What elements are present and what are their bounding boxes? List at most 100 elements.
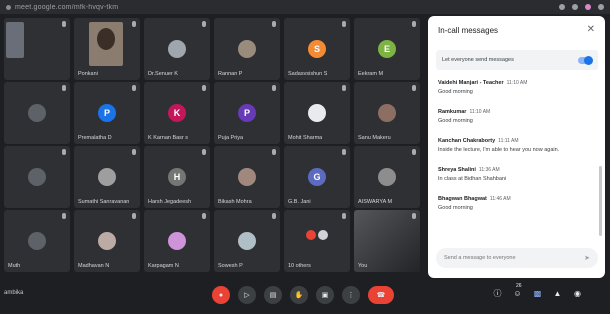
- people-button[interactable]: ☺: [512, 288, 523, 299]
- more-options-button[interactable]: ⋮: [342, 286, 360, 304]
- participant-tile[interactable]: [4, 82, 70, 144]
- mic-button[interactable]: ●: [212, 286, 230, 304]
- participant-tile[interactable]: [4, 146, 70, 208]
- message-time: 11:11 AM: [498, 138, 519, 144]
- profile-avatar[interactable]: [585, 4, 591, 10]
- send-messages-setting: Let everyone send messages: [436, 50, 598, 70]
- chat-button[interactable]: ▩: [532, 288, 543, 299]
- participant-video: [89, 22, 123, 66]
- participant-tile[interactable]: Dr.Senuer K: [144, 18, 210, 80]
- chat-icon: ▩: [533, 289, 542, 298]
- participant-tile[interactable]: Sumathi Sanravanan: [74, 146, 140, 208]
- participant-tile[interactable]: [4, 18, 70, 80]
- mic-off-icon: [132, 85, 136, 91]
- present-button[interactable]: ▣: [316, 286, 334, 304]
- avatar: [238, 168, 256, 186]
- mic-off-icon: [202, 85, 206, 91]
- participant-name: K Karnan Basr s: [148, 135, 189, 141]
- message-list: Vaidehi Manjari - Teacher 11:10 AM Good mo…: [438, 80, 596, 225]
- chat-panel: In-call messages ✕ Let everyone send mes…: [428, 16, 605, 278]
- raise-hand-button[interactable]: ✋: [290, 286, 308, 304]
- side-controls: ⓘ ☺ ▩ ▲ ◉: [492, 288, 583, 299]
- end-call-button[interactable]: ☎: [368, 286, 394, 304]
- camera-button[interactable]: ▷: [238, 286, 256, 304]
- info-icon: ⓘ: [493, 289, 502, 298]
- message-text: Good morning: [438, 89, 473, 95]
- mic-off-icon: [272, 149, 276, 155]
- participant-tile[interactable]: Bikash Mohra: [214, 146, 280, 208]
- participant-tile[interactable]: Mohit Sharma: [284, 82, 350, 144]
- others-avatars: [306, 229, 328, 240]
- send-icon[interactable]: ➤: [584, 254, 590, 262]
- message-text: Inside the lecture, I'm able to hear you…: [438, 147, 560, 153]
- chat-message: Bhagwan Bhagwat 11:46 AM Good morning: [438, 196, 596, 211]
- mic-off-icon: [412, 85, 416, 91]
- participant-name: Sanu Makeru: [358, 135, 391, 141]
- participant-name: Sadasvsishun S: [288, 71, 328, 77]
- present-icon: ▣: [321, 292, 329, 299]
- send-messages-toggle[interactable]: [578, 55, 593, 65]
- avatar: H: [168, 168, 186, 186]
- sender-name: Vaidehi Manjari - Teacher: [438, 80, 504, 86]
- mic-off-icon: [62, 213, 66, 219]
- lock-icon: [6, 4, 11, 10]
- mic-off-icon: [272, 21, 276, 27]
- participant-grid: Ponkani Dr.Senuer K Rannan P S Sadasvsishun …: [4, 18, 424, 274]
- participant-tile[interactable]: AISWARYA M: [354, 146, 420, 208]
- mic-off-icon: [342, 85, 346, 91]
- participant-name: Mohit Sharma: [288, 135, 323, 141]
- mic-off-icon: [272, 85, 276, 91]
- activities-button[interactable]: ▲: [552, 288, 563, 299]
- participant-name: Premalatha D: [78, 135, 112, 141]
- participant-tile[interactable]: P Premalatha D: [74, 82, 140, 144]
- captions-button[interactable]: ▤: [264, 286, 282, 304]
- participant-tile[interactable]: G G.B. Jani: [284, 146, 350, 208]
- chat-message: Vaidehi Manjari - Teacher 11:10 AM Good mo…: [438, 80, 596, 95]
- message-sender: Bhagwan Bhagwat 11:46 AM: [438, 196, 596, 202]
- participant-tile[interactable]: Karpagam N: [144, 210, 210, 272]
- activities-icon: ▲: [553, 289, 562, 298]
- avatar: K: [168, 104, 186, 122]
- participant-tile[interactable]: Sanu Makeru: [354, 82, 420, 144]
- participant-tile[interactable]: Ponkani: [74, 18, 140, 80]
- participant-tile[interactable]: Sowesh P: [214, 210, 280, 272]
- participant-tile[interactable]: P Puja Priya: [214, 82, 280, 144]
- url-text[interactable]: meet.google.com/mfk-hvqv-tkm: [15, 4, 118, 11]
- message-input[interactable]: [444, 255, 574, 261]
- host-controls-button[interactable]: ◉: [572, 288, 583, 299]
- participant-tile[interactable]: E Eekram M: [354, 18, 420, 80]
- participant-tile[interactable]: K K Karnan Basr s: [144, 82, 210, 144]
- message-text: Good morning: [438, 118, 473, 124]
- sender-name: Kanchan Chakraborty: [438, 138, 496, 144]
- participant-tile[interactable]: 10 others: [284, 210, 350, 272]
- info-button[interactable]: ⓘ: [492, 288, 503, 299]
- mic-off-icon: [62, 85, 66, 91]
- participant-tile[interactable]: H Harsh Jegadeesh: [144, 146, 210, 208]
- avatar: [168, 232, 186, 250]
- participant-tile[interactable]: You: [354, 210, 420, 272]
- mic-off-icon: [412, 213, 416, 219]
- message-sender: Ramkumar 11:10 AM: [438, 109, 596, 115]
- extension-icon[interactable]: [559, 4, 565, 10]
- mic-off-icon: [342, 21, 346, 27]
- participant-name: Rannan P: [218, 71, 243, 77]
- participant-tile[interactable]: Muth: [4, 210, 70, 272]
- participant-name: Sowesh P: [218, 263, 243, 269]
- captions-icon: ▤: [269, 292, 277, 299]
- participant-name: Ponkani: [78, 71, 98, 77]
- avatar: [238, 40, 256, 58]
- star-icon[interactable]: [572, 4, 578, 10]
- participant-name: Eekram M: [358, 71, 384, 77]
- participant-tile[interactable]: Rannan P: [214, 18, 280, 80]
- chat-scrollbar[interactable]: [599, 166, 602, 236]
- participant-tile[interactable]: S Sadasvsishun S: [284, 18, 350, 80]
- toggle-label: Let everyone send messages: [442, 57, 514, 63]
- meeting-name: ambika: [4, 290, 24, 296]
- mic-off-icon: [202, 213, 206, 219]
- lock-shield-icon: ◉: [574, 289, 581, 298]
- participant-tile[interactable]: Madhavan N: [74, 210, 140, 272]
- avatar: [28, 104, 46, 122]
- mic-off-icon: [272, 213, 276, 219]
- close-icon[interactable]: ✕: [587, 24, 595, 35]
- menu-icon[interactable]: [598, 4, 604, 10]
